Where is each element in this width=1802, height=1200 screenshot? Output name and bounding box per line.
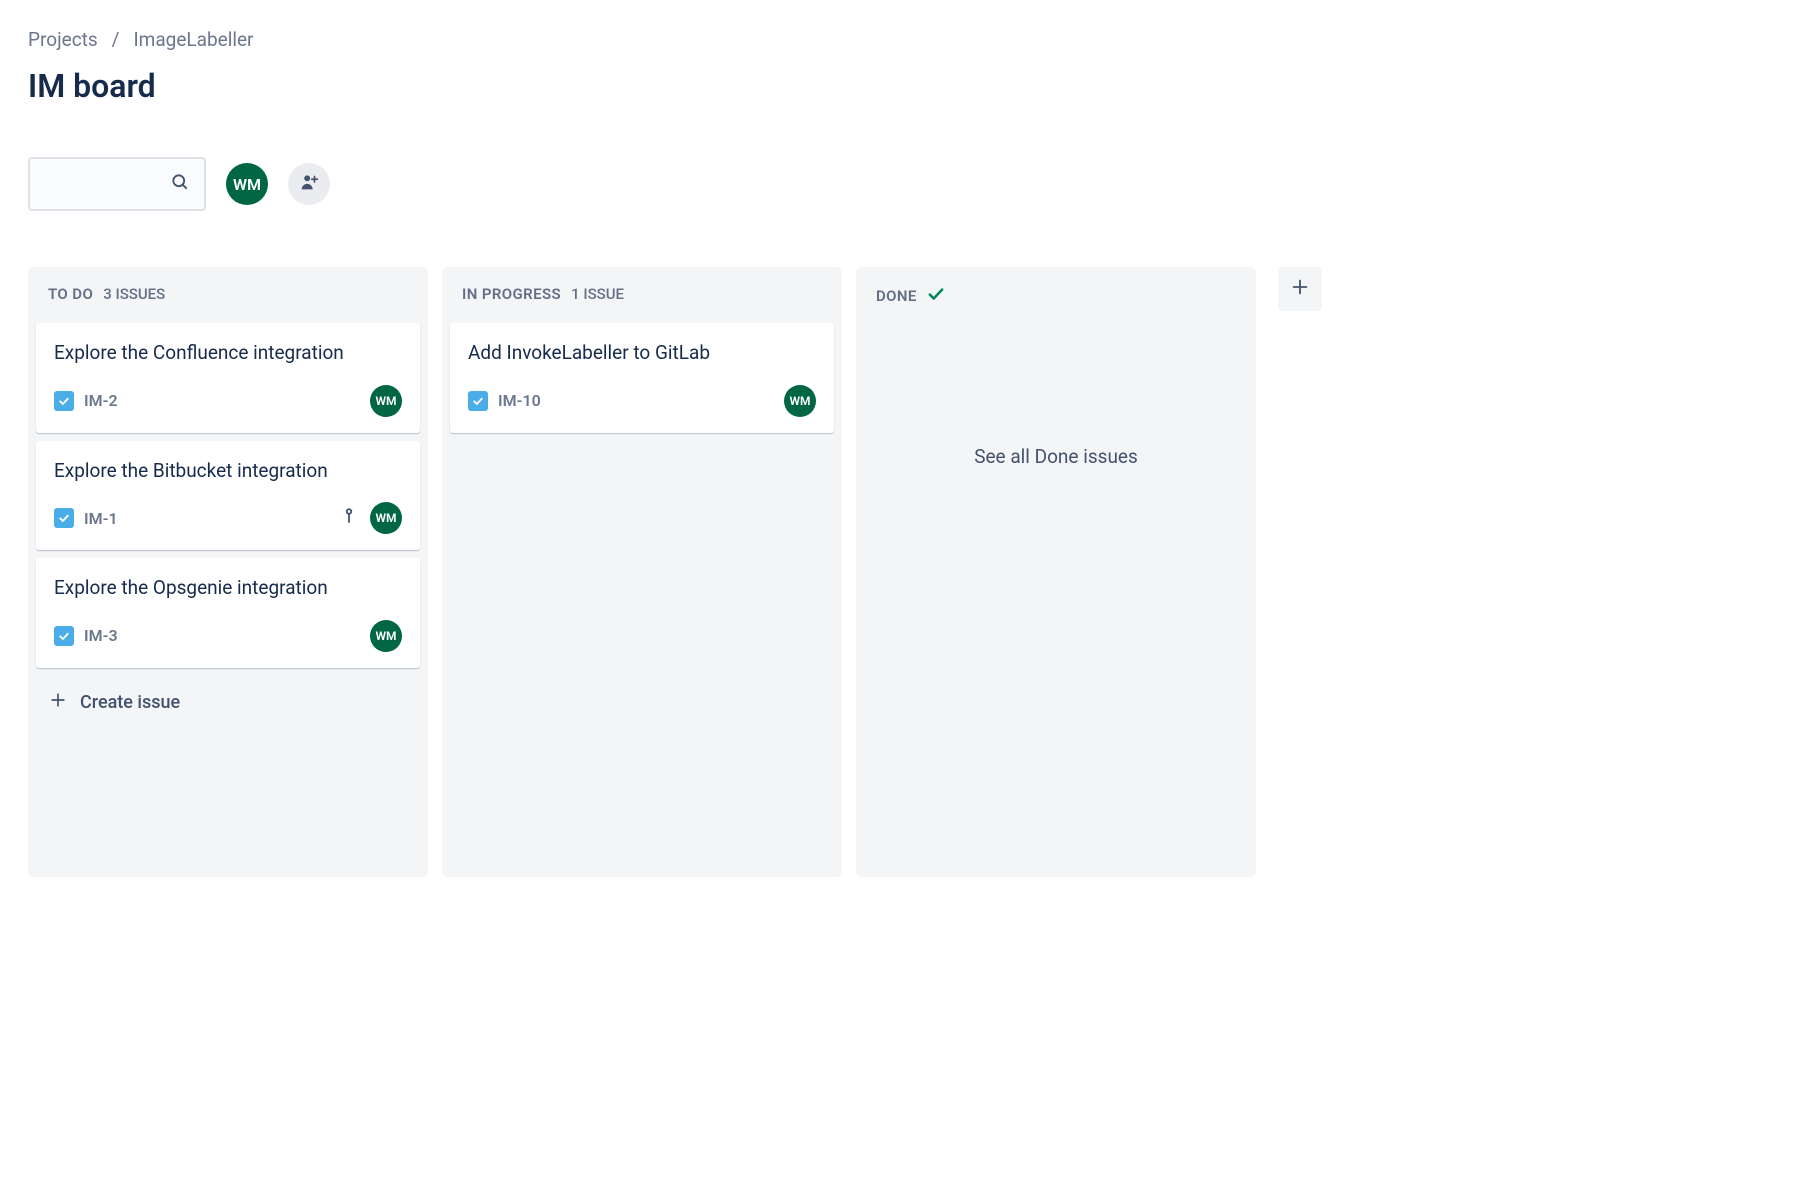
task-icon	[468, 391, 488, 411]
board-columns: TO DO 3 ISSUES Explore the Confluence in…	[28, 267, 1774, 877]
search-input[interactable]	[28, 157, 206, 211]
issue-card[interactable]: Explore the Bitbucket integration IM-1 W…	[36, 441, 420, 551]
assignee-avatar[interactable]: WM	[370, 620, 402, 652]
breadcrumb-projects[interactable]: Projects	[28, 28, 98, 51]
assignee-avatar[interactable]: WM	[784, 385, 816, 417]
column-in-progress: IN PROGRESS 1 ISSUE Add InvokeLabeller t…	[442, 267, 842, 877]
task-icon	[54, 626, 74, 646]
issue-key: IM-3	[84, 626, 118, 645]
issue-key: IM-2	[84, 391, 118, 410]
see-all-done-link[interactable]: See all Done issues	[864, 327, 1248, 468]
priority-icon	[340, 507, 358, 529]
breadcrumb-project-name[interactable]: ImageLabeller	[134, 28, 254, 51]
check-icon	[927, 285, 945, 307]
page-title: IM board	[28, 67, 1774, 105]
board-toolbar: WM	[28, 157, 1774, 211]
create-issue-label: Create issue	[80, 692, 180, 713]
issue-key: IM-10	[498, 391, 541, 410]
issue-card[interactable]: Add InvokeLabeller to GitLab IM-10 WM	[450, 323, 834, 433]
plus-icon	[1289, 276, 1311, 302]
issue-title: Explore the Bitbucket integration	[54, 457, 402, 485]
search-icon	[170, 172, 190, 196]
plus-icon	[48, 690, 68, 715]
column-header-done[interactable]: DONE	[864, 285, 1248, 327]
issue-title: Explore the Confluence integration	[54, 339, 402, 367]
assignee-avatar[interactable]: WM	[370, 385, 402, 417]
issue-title: Add InvokeLabeller to GitLab	[468, 339, 816, 367]
issue-card[interactable]: Explore the Confluence integration IM-2 …	[36, 323, 420, 433]
breadcrumb-separator: /	[112, 28, 120, 51]
column-title: IN PROGRESS	[462, 285, 561, 303]
column-title: TO DO	[48, 285, 93, 303]
column-count: 1 ISSUE	[571, 285, 624, 303]
issue-title: Explore the Opsgenie integration	[54, 574, 402, 602]
column-header-in-progress[interactable]: IN PROGRESS 1 ISSUE	[450, 285, 834, 323]
column-todo: TO DO 3 ISSUES Explore the Confluence in…	[28, 267, 428, 877]
task-icon	[54, 508, 74, 528]
add-people-button[interactable]	[288, 163, 330, 205]
breadcrumb: Projects / ImageLabeller	[28, 28, 1774, 51]
column-done: DONE See all Done issues	[856, 267, 1256, 877]
add-column-button[interactable]	[1278, 267, 1322, 311]
column-count: 3 ISSUES	[103, 285, 165, 303]
column-header-todo[interactable]: TO DO 3 ISSUES	[36, 285, 420, 323]
add-people-icon	[298, 171, 320, 197]
create-issue-button[interactable]: Create issue	[36, 676, 420, 725]
issue-key: IM-1	[84, 509, 118, 528]
task-icon	[54, 391, 74, 411]
issue-card[interactable]: Explore the Opsgenie integration IM-3 WM	[36, 558, 420, 668]
assignee-avatar[interactable]: WM	[370, 502, 402, 534]
user-avatar[interactable]: WM	[226, 163, 268, 205]
column-title: DONE	[876, 287, 917, 305]
